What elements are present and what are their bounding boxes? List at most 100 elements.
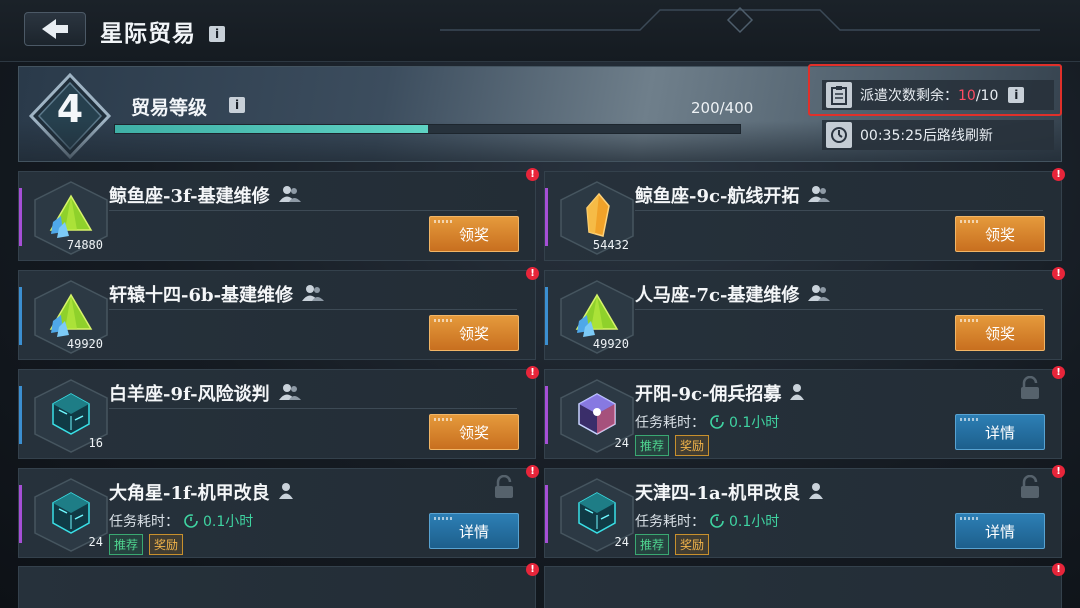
mission-tags: 推荐 奖励 bbox=[635, 435, 710, 456]
team-icon bbox=[807, 185, 831, 203]
duration-value: 0.1小时 bbox=[203, 514, 254, 530]
back-arrow-icon bbox=[42, 19, 68, 39]
card-accent bbox=[19, 386, 22, 444]
item-green-crystal-icon bbox=[573, 291, 621, 339]
mission-card[interactable]: 24 大角星-1f-机甲改良任务耗时： 0.1小时推荐 奖励 详情! bbox=[18, 465, 539, 558]
card-accent bbox=[19, 287, 22, 345]
alert-icon: ! bbox=[1052, 366, 1065, 379]
mission-card[interactable]: 49920 轩辕十四-6b-基建维修 领奖! bbox=[18, 267, 539, 360]
mission-card[interactable]: 24 开阳-9c-佣兵招募 任务耗时： 0.1小时 推荐 奖励 详情! bbox=[544, 366, 1065, 459]
mission-card[interactable]: 74880 鲸鱼座-3f-基建维修 领奖! bbox=[18, 168, 539, 261]
alert-icon: ! bbox=[526, 563, 539, 576]
person-icon bbox=[808, 482, 824, 500]
mission-card[interactable]: 24 天津四-1a-机甲改良 任务耗时： 0.1小时 推荐 奖励 详情! bbox=[544, 465, 1065, 558]
alert-icon: ! bbox=[1052, 267, 1065, 280]
mission-duration: 任务耗时： 0.1小时 bbox=[635, 412, 779, 432]
xp-progress-bar bbox=[114, 124, 741, 134]
mission-card-partial: ! bbox=[544, 563, 1065, 608]
dispatch-info-icon[interactable]: i bbox=[1008, 87, 1025, 103]
button-label: 领奖 bbox=[984, 225, 1015, 244]
mission-card[interactable]: 16 白羊座-9f-风险谈判领奖! bbox=[18, 366, 539, 459]
item-count: 24 bbox=[88, 535, 103, 549]
card-divider bbox=[109, 210, 517, 211]
item-cyan-cube-icon bbox=[573, 489, 621, 537]
mission-name: 天津四-1a-机甲改良 bbox=[635, 483, 801, 504]
alert-icon: ! bbox=[1052, 563, 1065, 576]
card-accent bbox=[19, 485, 22, 543]
reward-tag: 奖励 bbox=[675, 435, 710, 456]
card-accent bbox=[545, 188, 548, 246]
button-label: 详情 bbox=[984, 423, 1015, 442]
mission-card[interactable]: 49920 人马座-7c-基建维修 领奖! bbox=[544, 267, 1065, 360]
reward-tag: 奖励 bbox=[675, 534, 710, 555]
mission-name: 轩辕十四-6b-基建维修 bbox=[109, 285, 294, 306]
team-icon bbox=[278, 383, 302, 401]
mission-duration: 任务耗时： 0.1小时 bbox=[635, 511, 779, 531]
lock-icon bbox=[1021, 376, 1039, 399]
mission-card[interactable]: 54432 鲸鱼座-9c-航线开拓 领奖! bbox=[544, 168, 1065, 261]
dispatch-total: /10 bbox=[975, 88, 999, 104]
button-label: 领奖 bbox=[458, 423, 489, 442]
item-count: 54432 bbox=[592, 238, 629, 252]
dispatch-label: 派遣次数剩余： bbox=[860, 88, 958, 104]
team-icon bbox=[807, 284, 831, 302]
clock-icon bbox=[826, 122, 852, 148]
alert-icon: ! bbox=[1052, 465, 1065, 478]
detail-button[interactable]: 详情 bbox=[955, 414, 1045, 450]
claim-button[interactable]: 领奖 bbox=[429, 315, 519, 351]
level-info-icon[interactable]: i bbox=[229, 97, 245, 113]
reward-tag: 奖励 bbox=[149, 534, 184, 555]
card-divider bbox=[109, 309, 517, 310]
item-count: 16 bbox=[88, 436, 103, 450]
duration-label: 任务耗时： bbox=[109, 514, 179, 530]
duration-value: 0.1小时 bbox=[729, 415, 780, 431]
button-label: 领奖 bbox=[458, 324, 489, 343]
item-cyan-cube-icon bbox=[47, 489, 95, 537]
claim-button[interactable]: 领奖 bbox=[955, 216, 1045, 252]
detail-button[interactable]: 详情 bbox=[955, 513, 1045, 549]
alert-icon: ! bbox=[526, 366, 539, 379]
timer-icon bbox=[184, 514, 198, 528]
xp-text: 200/400 bbox=[691, 99, 754, 117]
card-divider bbox=[635, 309, 1043, 310]
dispatch-current: 10 bbox=[958, 88, 976, 104]
person-icon bbox=[278, 482, 294, 500]
claim-button[interactable]: 领奖 bbox=[955, 315, 1045, 351]
mission-tags: 推荐 奖励 bbox=[635, 534, 710, 555]
item-count: 24 bbox=[614, 436, 629, 450]
item-count: 74880 bbox=[66, 238, 103, 252]
route-refresh-timer: 00:35:25后路线刷新 bbox=[822, 120, 1054, 150]
trade-level-label: 贸易等级 bbox=[131, 97, 208, 119]
timer-icon bbox=[710, 514, 724, 528]
mission-name: 开阳-9c-佣兵招募 bbox=[635, 384, 782, 405]
team-icon bbox=[301, 284, 325, 302]
mission-name: 鲸鱼座-3f-基建维修 bbox=[109, 186, 270, 207]
button-label: 详情 bbox=[984, 522, 1015, 541]
lock-icon bbox=[495, 475, 513, 498]
mission-name: 人马座-7c-基建维修 bbox=[635, 285, 800, 306]
xp-progress-fill bbox=[115, 125, 428, 133]
item-count: 49920 bbox=[66, 337, 103, 351]
detail-button[interactable]: 详情 bbox=[429, 513, 519, 549]
card-divider bbox=[109, 408, 517, 409]
claim-button[interactable]: 领奖 bbox=[429, 216, 519, 252]
card-accent bbox=[545, 386, 548, 444]
item-orange-crystal-icon bbox=[573, 192, 621, 240]
refresh-text: 00:35:25后路线刷新 bbox=[860, 128, 993, 144]
top-decoration bbox=[440, 6, 1040, 34]
mission-name: 鲸鱼座-9c-航线开拓 bbox=[635, 186, 800, 207]
claim-button[interactable]: 领奖 bbox=[429, 414, 519, 450]
mission-tags: 推荐 奖励 bbox=[109, 534, 184, 555]
clipboard-icon bbox=[826, 82, 852, 108]
alert-icon: ! bbox=[526, 465, 539, 478]
title-info-icon[interactable]: i bbox=[209, 26, 225, 42]
card-accent bbox=[19, 188, 22, 246]
duration-value: 0.1小时 bbox=[729, 514, 780, 530]
page-title: 星际贸易 bbox=[100, 20, 196, 47]
item-prism-cube-icon bbox=[573, 390, 621, 438]
mission-name: 大角星-1f-机甲改良 bbox=[109, 483, 270, 504]
mission-duration: 任务耗时： 0.1小时 bbox=[109, 511, 253, 531]
mission-name: 白羊座-9f-风险谈判 bbox=[109, 384, 270, 405]
team-icon bbox=[278, 185, 302, 203]
back-button[interactable] bbox=[24, 12, 86, 46]
